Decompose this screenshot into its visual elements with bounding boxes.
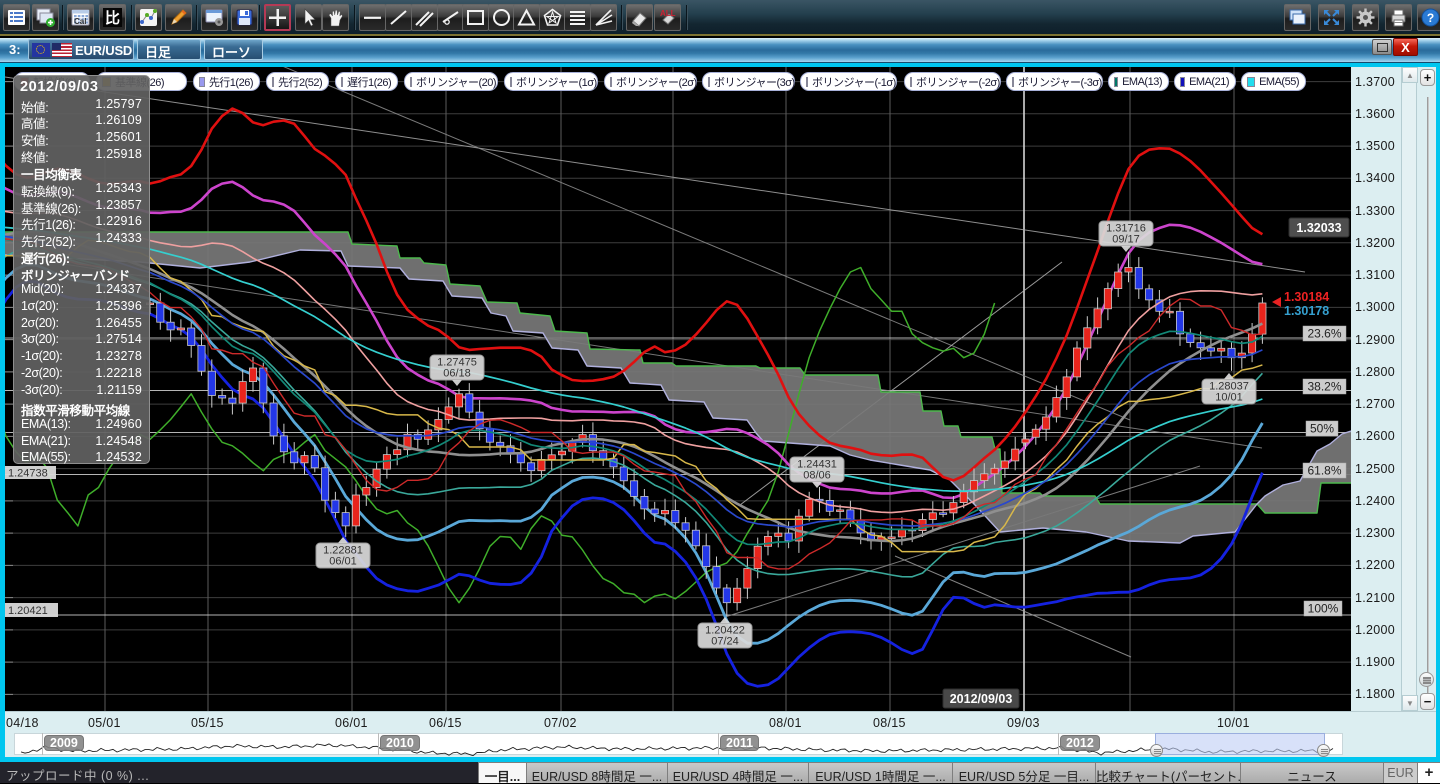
svg-text:08/06: 08/06 bbox=[803, 470, 831, 482]
svg-text:1.30184: 1.30184 bbox=[1284, 290, 1329, 304]
svg-text:1.20421: 1.20421 bbox=[8, 605, 48, 617]
svg-text:100%: 100% bbox=[1308, 602, 1339, 616]
svg-text:50%: 50% bbox=[1310, 422, 1334, 436]
svg-text:06/01: 06/01 bbox=[329, 556, 357, 568]
svg-text:23.6%: 23.6% bbox=[1307, 327, 1341, 341]
svg-text:1.32033: 1.32033 bbox=[1296, 221, 1341, 235]
svg-text:07/24: 07/24 bbox=[711, 636, 739, 648]
svg-text:?: ? bbox=[1427, 11, 1434, 25]
svg-text:1.30178: 1.30178 bbox=[1284, 304, 1329, 318]
svg-text:1.24738: 1.24738 bbox=[8, 468, 48, 480]
svg-text:38.2%: 38.2% bbox=[1307, 380, 1341, 394]
svg-text:比: 比 bbox=[105, 9, 120, 27]
svg-text:ALL: ALL bbox=[660, 9, 676, 18]
svg-text:2012/09/03: 2012/09/03 bbox=[950, 692, 1013, 706]
svg-text:61.8%: 61.8% bbox=[1307, 464, 1341, 478]
svg-text:10/01: 10/01 bbox=[1215, 392, 1243, 404]
svg-text:06/18: 06/18 bbox=[443, 368, 471, 380]
svg-text:09/17: 09/17 bbox=[1112, 234, 1140, 246]
svg-text:Cal: Cal bbox=[74, 17, 86, 26]
